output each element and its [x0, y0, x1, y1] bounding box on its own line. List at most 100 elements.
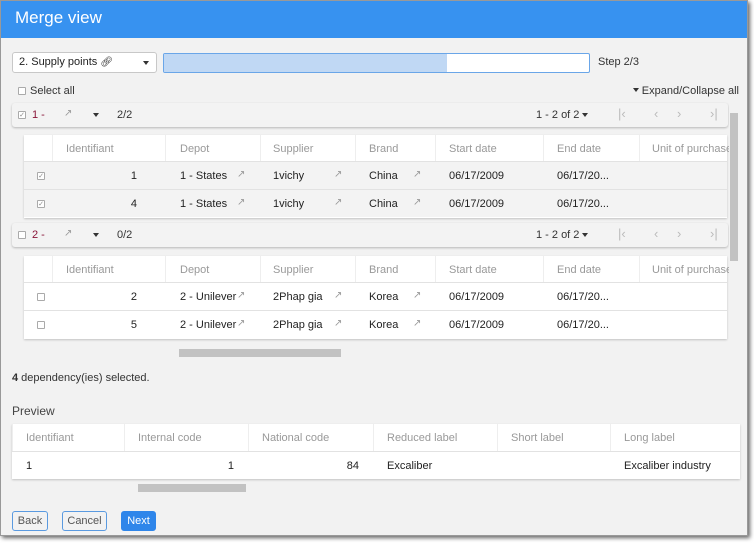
column-header[interactable]: Unit of purchase [652, 264, 732, 276]
column-header[interactable]: Supplier [273, 264, 313, 276]
select-all-checkbox[interactable] [18, 87, 26, 95]
preview-scroll-thumb[interactable] [138, 484, 246, 492]
cell-supplier: 1vichy [273, 198, 305, 210]
vertical-scrollbar[interactable] [729, 101, 739, 346]
step-dropdown-value: 2. Supply points [19, 56, 98, 68]
table-row[interactable]: ✓ 1 1 - States ↗ 1vichy ↗ China ↗ 06/17/… [24, 161, 727, 189]
link-icon: 🔗︎ [100, 57, 114, 68]
cancel-button[interactable]: Cancel [62, 511, 107, 531]
next-page-icon[interactable]: › [677, 106, 681, 121]
group-label: 1 - [32, 109, 45, 121]
next-page-icon[interactable]: › [677, 226, 681, 241]
preview-cell: Excaliber industry [624, 460, 711, 472]
column-divider [165, 256, 166, 282]
column-divider [543, 135, 544, 161]
cell-start-date: 06/17/2009 [449, 198, 505, 210]
pager-size-caret-icon[interactable] [582, 233, 588, 237]
column-divider [435, 256, 436, 282]
merge-view-window: Merge view 2. Supply points 🔗︎ Step 2/3 … [0, 0, 748, 536]
group-checkbox[interactable] [18, 231, 26, 239]
expand-caret-icon[interactable] [93, 113, 99, 117]
row-checkbox[interactable] [37, 321, 45, 329]
last-page-icon[interactable]: ›| [710, 106, 718, 121]
open-external-icon[interactable]: ↗ [334, 197, 342, 208]
cell-start-date: 06/17/2009 [449, 319, 505, 331]
pager-size-caret-icon[interactable] [582, 113, 588, 117]
pager-range[interactable]: 1 - 2 of 2 [536, 229, 579, 241]
open-external-icon[interactable]: ↗ [413, 169, 421, 180]
open-external-icon[interactable]: ↗ [237, 197, 245, 208]
table-row[interactable]: ✓ 4 1 - States ↗ 1vichy ↗ China ↗ 06/17/… [24, 189, 727, 217]
expand-caret-icon[interactable] [93, 233, 99, 237]
last-page-icon[interactable]: ›| [710, 226, 718, 241]
table-row[interactable]: 2 2 - Unilever ↗ 2Phap gia ↗ Korea ↗ 06/… [24, 282, 727, 310]
open-external-icon[interactable]: ↗ [237, 290, 245, 301]
cell-supplier: 2Phap gia [273, 291, 323, 303]
group-count: 2/2 [117, 109, 133, 121]
horizontal-scroll-thumb[interactable] [179, 349, 341, 357]
first-page-icon[interactable]: |‹ [618, 226, 626, 241]
column-header[interactable]: Start date [449, 264, 497, 276]
row-checkbox[interactable]: ✓ [37, 172, 45, 180]
open-external-icon[interactable]: ↗ [334, 290, 342, 301]
group-checkbox[interactable]: ✓ [18, 111, 26, 119]
column-header[interactable]: End date [557, 143, 601, 155]
window-title: Merge view [15, 8, 102, 27]
column-divider [610, 424, 611, 451]
vertical-scroll-thumb[interactable] [730, 113, 738, 261]
row-checkbox[interactable]: ✓ [37, 200, 45, 208]
cell-depot: 2 - Unilever [180, 319, 237, 331]
pager-range[interactable]: 1 - 2 of 2 [536, 109, 579, 121]
column-header[interactable]: Supplier [273, 143, 313, 155]
group-table: Identifiant Depot Supplier Brand Start date E… [24, 256, 732, 339]
column-header[interactable]: End date [557, 264, 601, 276]
first-page-icon[interactable]: |‹ [618, 106, 626, 121]
cell-identifiant: 1 [130, 170, 137, 182]
expand-collapse-all[interactable]: Expand/Collapse all [632, 85, 739, 97]
prev-page-icon[interactable]: ‹ [654, 106, 658, 121]
cell-supplier: 2Phap gia [273, 319, 323, 331]
cell-brand: Korea [369, 291, 399, 303]
preview-column-header[interactable]: Internal code [138, 432, 202, 444]
preview-column-header[interactable]: Long label [624, 432, 675, 444]
preview-column-header[interactable]: Identifiant [26, 432, 74, 444]
open-external-icon[interactable]: ↗ [413, 197, 421, 208]
open-external-icon[interactable]: ↗ [237, 169, 245, 180]
column-divider [12, 424, 13, 451]
column-header[interactable]: Brand [369, 264, 398, 276]
open-external-icon[interactable]: ↗ [334, 318, 342, 329]
select-all-label[interactable]: Select all [30, 85, 75, 97]
column-header[interactable]: Start date [449, 143, 497, 155]
open-external-icon[interactable]: ↗ [64, 228, 72, 239]
preview-cell: 1 [227, 460, 234, 472]
cell-end-date: 06/17/20... [557, 291, 609, 303]
selection-text: dependency(ies) selected. [18, 372, 150, 384]
preview-column-header[interactable]: Reduced label [387, 432, 457, 444]
column-divider [373, 424, 374, 451]
open-external-icon[interactable]: ↗ [413, 290, 421, 301]
row-checkbox[interactable] [37, 293, 45, 301]
table-row[interactable]: 5 2 - Unilever ↗ 2Phap gia ↗ Korea ↗ 06/… [24, 310, 727, 338]
column-header[interactable]: Depot [180, 264, 209, 276]
next-button[interactable]: Next [121, 511, 156, 531]
step-dropdown[interactable]: 2. Supply points 🔗︎ [12, 52, 157, 73]
step-indicator: Step 2/3 [598, 56, 639, 68]
column-header[interactable]: Identifiant [66, 143, 114, 155]
group-header: 2 - ↗ 0/2 1 - 2 of 2 |‹ ‹ › ›| [12, 223, 728, 247]
column-header[interactable]: Identifiant [66, 264, 114, 276]
preview-column-header[interactable]: Short label [511, 432, 564, 444]
preview-horizontal-scrollbar[interactable] [129, 483, 736, 493]
caret-down-icon [632, 88, 639, 92]
back-button[interactable]: Back [12, 511, 48, 531]
open-external-icon[interactable]: ↗ [334, 169, 342, 180]
column-header[interactable]: Brand [369, 143, 398, 155]
preview-column-header[interactable]: National code [262, 432, 329, 444]
cell-depot: 2 - Unilever [180, 291, 237, 303]
open-external-icon[interactable]: ↗ [64, 108, 72, 119]
column-header[interactable]: Unit of purchase [652, 143, 732, 155]
column-header[interactable]: Depot [180, 143, 209, 155]
open-external-icon[interactable]: ↗ [413, 318, 421, 329]
open-external-icon[interactable]: ↗ [237, 318, 245, 329]
horizontal-scrollbar[interactable] [169, 348, 725, 358]
prev-page-icon[interactable]: ‹ [654, 226, 658, 241]
